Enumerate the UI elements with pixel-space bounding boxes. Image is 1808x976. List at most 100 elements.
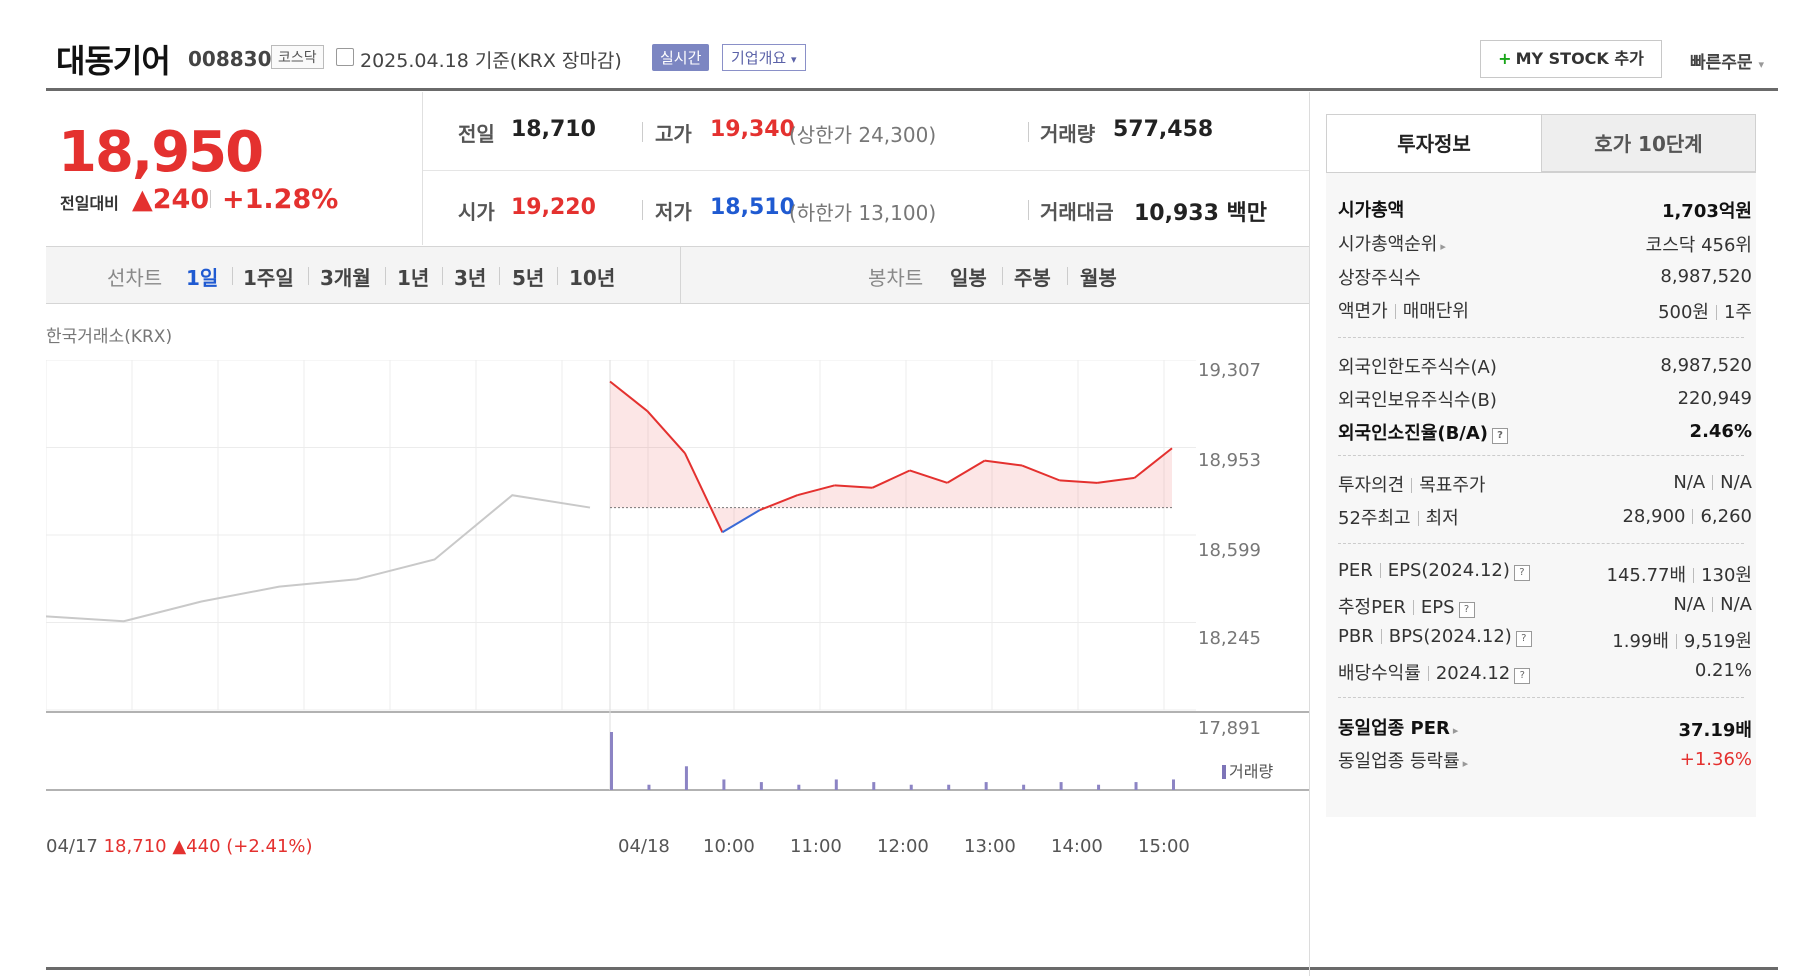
volume-bar [610, 732, 613, 790]
tab-daily-candle[interactable]: 일봉 [950, 262, 987, 291]
cap-rank-link[interactable]: 시가총액순위 ▸ [1338, 230, 1446, 256]
company-info-dropdown[interactable]: 기업개요 ▾ [722, 44, 806, 71]
header-divider [46, 88, 1778, 91]
tab-10year[interactable]: 10년 [569, 262, 615, 291]
divider [1394, 304, 1396, 319]
tab-1day[interactable]: 1일 [186, 262, 218, 291]
tab-1week[interactable]: 1주일 [243, 262, 294, 291]
y-tick-label: 19,307 [1198, 360, 1261, 381]
divider [308, 267, 309, 285]
foreign-ratio-value: 2.46% [1689, 421, 1752, 442]
divider [1427, 666, 1429, 681]
tab-3month[interactable]: 3개월 [320, 262, 371, 291]
divider [1067, 267, 1068, 285]
tab-weekly-candle[interactable]: 주봉 [1014, 262, 1051, 291]
eps-value: 130원 [1701, 565, 1752, 586]
prev-day-change: ▲440 (+2.41%) [172, 836, 313, 857]
stock-code: 008830 [188, 47, 272, 71]
w52-high-label: 52주최고 [1338, 508, 1411, 529]
tab-order-book-10[interactable]: 호가 10단계 [1541, 114, 1756, 172]
help-icon[interactable]: ? [1492, 428, 1509, 444]
sector-change-link[interactable]: 동일업종 등락률 ▸ [1338, 747, 1468, 773]
foreign-limit-label: 외국인한도주식수(A) [1338, 357, 1497, 378]
open-value: 19,220 [511, 195, 596, 220]
w52-row: 28,900 6,260 [1622, 506, 1752, 527]
market-cap-value: 1,703억원 [1661, 201, 1752, 222]
low-label: 저가 [655, 200, 692, 224]
divider [1692, 509, 1694, 524]
divider [1411, 478, 1413, 493]
face-value-label-row: 액면가 매매단위 [1338, 297, 1469, 323]
tab-5year[interactable]: 5년 [512, 262, 544, 291]
tab-1year[interactable]: 1년 [397, 262, 429, 291]
divider [232, 267, 233, 285]
est-per-row: N/A N/A [1673, 594, 1752, 615]
quick-order-button[interactable]: 빠른주문 ▾ [1690, 48, 1764, 73]
current-price: 18,950 [58, 120, 264, 185]
div-date: 2024.12 [1435, 663, 1511, 684]
line-chart-label: 선차트 [107, 266, 163, 290]
x-tick-label: 12:00 [877, 836, 929, 857]
face-value: 500원 [1658, 302, 1709, 323]
volume-bar [797, 784, 801, 790]
divider [680, 247, 681, 303]
caret-down-icon: ▾ [790, 53, 797, 66]
x-tick-label: 04/18 [618, 836, 670, 857]
foreign-hold-value: 220,949 [1677, 388, 1752, 409]
help-icon[interactable]: ? [1513, 565, 1530, 581]
pbr-value: 1.99배 [1612, 631, 1669, 652]
company-info-label: 기업개요 [731, 49, 787, 67]
quote-divider [423, 170, 1309, 171]
tab-monthly-candle[interactable]: 월봉 [1080, 262, 1117, 291]
divider [1028, 122, 1029, 142]
help-icon[interactable]: ? [1515, 631, 1532, 647]
divider [385, 267, 386, 285]
bps-value: 9,519원 [1683, 631, 1752, 652]
prev-compare-label: 전일대비 [60, 194, 119, 213]
pbr-label-row: PBR BPS(2024.12)? [1338, 626, 1532, 647]
w52-low: 6,260 [1700, 506, 1752, 527]
help-icon[interactable]: ? [1514, 668, 1531, 684]
upper-limit: (상한가 24,300) [789, 123, 937, 147]
tab-invest-info[interactable]: 투자정보 [1326, 114, 1542, 173]
chevron-right-icon: ▸ [1452, 724, 1459, 737]
footer-divider [46, 967, 1778, 970]
divider [1412, 600, 1414, 615]
sector-per-value: 37.19배 [1678, 720, 1753, 741]
realtime-button[interactable]: 실시간 [652, 44, 710, 71]
cap-rank-label: 시가총액순위 [1338, 234, 1438, 255]
divider [1712, 475, 1714, 490]
calendar-icon [336, 48, 354, 66]
tab-3year[interactable]: 3년 [454, 262, 486, 291]
mystock-add-button[interactable]: + MY STOCK 추가 [1480, 40, 1662, 78]
sector-per-link[interactable]: 동일업종 PER ▸ [1338, 714, 1458, 740]
chart-tab-bar [46, 246, 1309, 304]
divider [642, 122, 643, 142]
volume-bar [834, 779, 838, 790]
opinion-row: N/A N/A [1673, 472, 1752, 493]
w52-high: 28,900 [1622, 506, 1686, 527]
y-tick-label: 17,891 [1198, 718, 1261, 739]
open-label: 시가 [458, 200, 495, 224]
divider [557, 267, 558, 285]
divider [1675, 634, 1677, 649]
per-label: PER [1338, 560, 1373, 581]
amount-label: 거래대금 [1040, 200, 1114, 224]
est-per-value: N/A [1673, 594, 1706, 615]
opinion-label-row: 투자의견 목표주가 [1338, 471, 1486, 497]
x-tick-label: 14:00 [1051, 836, 1103, 857]
volume-bar [1172, 779, 1175, 790]
volume-legend: 거래량 [1222, 758, 1273, 782]
y-tick-label: 18,953 [1198, 450, 1261, 471]
help-icon[interactable]: ? [1458, 602, 1475, 618]
caret-down-icon: ▾ [1758, 58, 1765, 71]
amount-value: 10,933 백만 [1134, 201, 1268, 226]
prev-day-price: 18,710 [103, 836, 167, 857]
volume-bar [947, 784, 951, 790]
volume-bar [1097, 784, 1101, 790]
date-basis: 2025.04.18 기준(KRX 장마감) [360, 50, 622, 72]
divider [1002, 267, 1003, 285]
est-per-label: 추정PER [1338, 597, 1406, 618]
divider [1715, 305, 1717, 320]
chevron-right-icon: ▸ [1440, 240, 1446, 253]
